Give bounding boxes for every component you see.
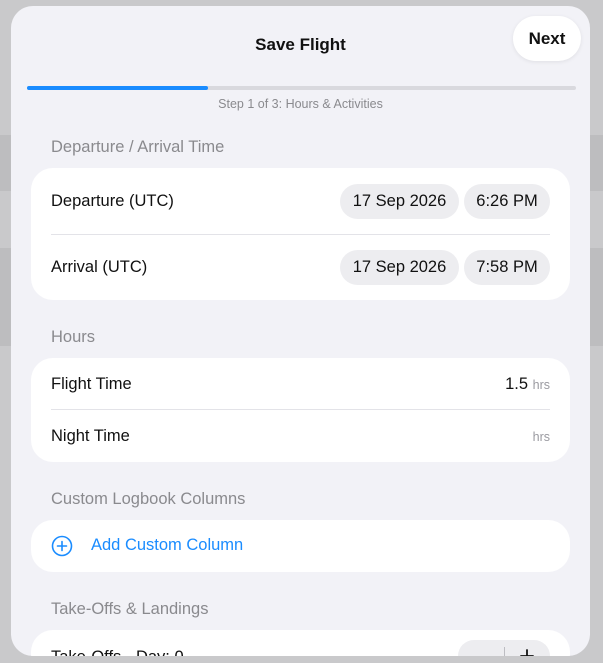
section-header-times: Departure / Arrival Time bbox=[51, 138, 225, 156]
flight-time-unit: hrs bbox=[532, 378, 550, 392]
stepper-divider bbox=[504, 647, 505, 656]
departure-time-picker[interactable]: 6:26 PM bbox=[464, 184, 550, 219]
plus-icon[interactable] bbox=[519, 648, 535, 656]
save-flight-sheet: Save Flight Next Step 1 of 3: Hours & Ac… bbox=[11, 6, 590, 656]
arrival-time-picker[interactable]: 7:58 PM bbox=[464, 250, 550, 285]
add-custom-column-label: Add Custom Column bbox=[91, 536, 244, 554]
takeoffs-day-label: Take-Offs - Day: 0 bbox=[51, 648, 184, 656]
next-button[interactable]: Next bbox=[513, 16, 581, 61]
takeoffs-day-stepper[interactable] bbox=[458, 640, 550, 656]
progress-bar-fill bbox=[27, 86, 209, 90]
flight-time-label: Flight Time bbox=[51, 375, 132, 393]
section-header-hours: Hours bbox=[51, 328, 96, 346]
divider bbox=[51, 409, 550, 410]
sheet-title: Save Flight bbox=[255, 35, 346, 54]
section-header-custom-columns: Custom Logbook Columns bbox=[51, 490, 246, 508]
times-card: Departure (UTC) 17 Sep 2026 6:26 PM Arri… bbox=[31, 168, 570, 300]
section-header-landings: Take-Offs & Landings bbox=[51, 600, 209, 618]
custom-columns-card: Add Custom Column bbox=[31, 520, 570, 572]
hours-card: Flight Time 1.5 hrs Night Time hrs bbox=[31, 358, 570, 462]
arrival-label: Arrival (UTC) bbox=[51, 258, 148, 276]
flight-time-value[interactable]: 1.5 bbox=[505, 375, 528, 394]
step-label: Step 1 of 3: Hours & Activities bbox=[218, 97, 383, 111]
arrival-date-picker[interactable]: 17 Sep 2026 bbox=[340, 250, 459, 285]
night-time-unit: hrs bbox=[532, 430, 550, 444]
night-time-label: Night Time bbox=[51, 427, 130, 445]
departure-date-picker[interactable]: 17 Sep 2026 bbox=[340, 184, 459, 219]
divider bbox=[51, 234, 550, 235]
progress-bar bbox=[27, 86, 576, 90]
plus-circle-icon bbox=[51, 535, 73, 557]
add-custom-column-button[interactable]: Add Custom Column bbox=[51, 535, 243, 557]
departure-label: Departure (UTC) bbox=[51, 192, 174, 210]
landings-card: Take-Offs - Day: 0 bbox=[31, 630, 570, 656]
